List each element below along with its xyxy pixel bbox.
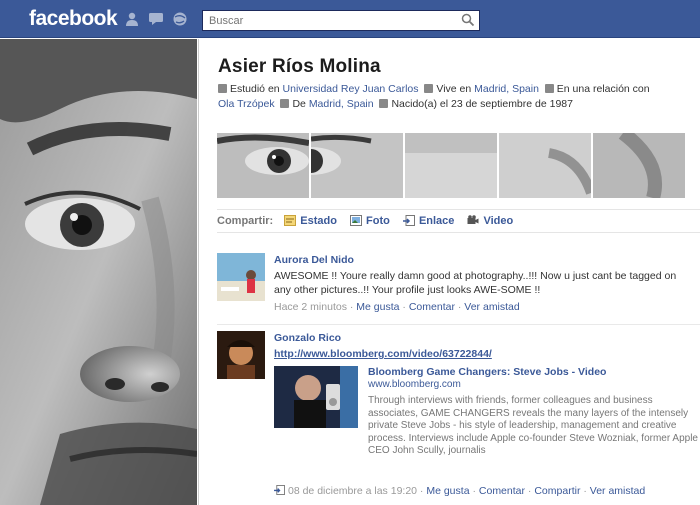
attachment-details: Bloomberg Game Changers: Steve Jobs - Vi… xyxy=(368,366,698,458)
separator: · xyxy=(472,485,476,497)
share-bar: Compartir: Estado Foto Enlace Video xyxy=(217,209,700,233)
home-icon xyxy=(424,84,434,93)
attachment-title[interactable]: Bloomberg Game Changers: Steve Jobs - Vi… xyxy=(368,366,698,379)
link-icon xyxy=(402,215,415,226)
partner-link[interactable]: Ola Trzópek xyxy=(218,98,275,110)
relationship-prefix: En una relación con xyxy=(556,83,650,95)
post-author[interactable]: Aurora Del Nido xyxy=(274,253,694,267)
status-icon xyxy=(284,215,297,226)
heart-icon xyxy=(544,84,554,93)
search-icon[interactable] xyxy=(461,13,475,27)
link-attachment: Bloomberg Game Changers: Steve Jobs - Vi… xyxy=(274,366,698,476)
share-video-button[interactable]: Video xyxy=(467,215,513,227)
share-link-label: Enlace xyxy=(418,215,455,227)
video-icon xyxy=(467,215,479,224)
face-photo xyxy=(0,39,197,505)
strip-photo[interactable] xyxy=(499,133,591,198)
birthday-icon xyxy=(379,99,389,108)
see-friendship-link[interactable]: Ver amistad xyxy=(590,485,645,497)
profile-info: Estudió en Universidad Rey Juan Carlos V… xyxy=(218,82,688,112)
city-link[interactable]: Madrid, Spain xyxy=(474,83,539,95)
separator: · xyxy=(402,301,406,313)
profile-main: Asier Ríos Molina Estudió en Universidad… xyxy=(198,39,700,505)
messages-icon[interactable] xyxy=(148,12,164,26)
post-meta: Hace 2 minutos · Me gusta · Comentar · V… xyxy=(274,300,694,314)
separator: · xyxy=(349,301,354,313)
post-text: AWESOME !! Youre really damn good at pho… xyxy=(274,270,677,296)
share-status-button[interactable]: Estado xyxy=(284,215,337,227)
education-icon xyxy=(218,84,227,93)
search-box xyxy=(202,10,480,31)
separator: · xyxy=(419,485,424,497)
hometown-link[interactable]: Madrid, Spain xyxy=(309,98,374,110)
share-link[interactable]: Compartir xyxy=(534,485,580,497)
strip-photo[interactable] xyxy=(311,133,403,198)
location-icon xyxy=(280,99,290,108)
search-input[interactable] xyxy=(203,11,453,30)
notifications-icon[interactable] xyxy=(172,12,188,26)
like-link[interactable]: Me gusta xyxy=(426,485,469,497)
university-link[interactable]: Universidad Rey Juan Carlos xyxy=(283,83,419,95)
post-body: Gonzalo Rico http://www.bloomberg.com/vi… xyxy=(274,331,698,498)
lives-prefix: Vive en xyxy=(436,83,472,95)
share-video-label: Video xyxy=(483,215,514,227)
attachment-site[interactable]: www.bloomberg.com xyxy=(368,379,698,392)
share-photo-label: Foto xyxy=(366,215,390,227)
wall-post: Aurora Del Nido AWESOME !! Youre really … xyxy=(217,253,700,325)
comment-link[interactable]: Comentar xyxy=(409,301,455,313)
from-prefix: De xyxy=(292,98,306,110)
link-icon xyxy=(274,485,285,495)
separator: · xyxy=(527,485,532,497)
avatar[interactable] xyxy=(217,331,265,379)
profile-picture[interactable] xyxy=(0,39,197,505)
separator: · xyxy=(583,485,587,497)
post-meta: 08 de diciembre a las 19:20 · Me gusta ·… xyxy=(274,484,694,498)
share-photo-button[interactable]: Foto xyxy=(350,215,390,227)
wall-post: Gonzalo Rico http://www.bloomberg.com/vi… xyxy=(217,331,700,505)
share-link-button[interactable]: Enlace xyxy=(402,215,455,227)
studied-prefix: Estudió en xyxy=(230,83,280,95)
top-bar: facebook xyxy=(0,0,700,38)
post-time: 08 de diciembre a las 19:20 xyxy=(288,485,417,497)
shared-url[interactable]: http://www.bloomberg.com/video/63722844/ xyxy=(274,347,694,361)
attachment-description: Through interviews with friends, former … xyxy=(368,395,698,456)
birthday: Nacido(a) el 23 de septiembre de 1987 xyxy=(391,98,573,110)
share-label: Compartir: xyxy=(217,215,274,227)
post-author[interactable]: Gonzalo Rico xyxy=(274,331,694,345)
profile-name: Asier Ríos Molina xyxy=(218,56,381,77)
avatar[interactable] xyxy=(217,253,265,301)
post-time: Hace 2 minutos xyxy=(274,301,347,313)
strip-photo[interactable] xyxy=(217,133,309,198)
see-friendship-link[interactable]: Ver amistad xyxy=(464,301,519,313)
strip-photo[interactable] xyxy=(593,133,685,198)
photo-icon xyxy=(350,215,363,226)
share-status-label: Estado xyxy=(300,215,337,227)
comment-link[interactable]: Comentar xyxy=(479,485,525,497)
photo-strip xyxy=(217,133,700,198)
separator: · xyxy=(457,301,462,313)
strip-photo[interactable] xyxy=(405,133,497,198)
like-link[interactable]: Me gusta xyxy=(356,301,399,313)
post-body: Aurora Del Nido AWESOME !! Youre really … xyxy=(274,253,694,314)
friend-requests-icon[interactable] xyxy=(124,12,140,26)
facebook-logo[interactable]: facebook xyxy=(29,7,118,31)
attachment-thumbnail[interactable] xyxy=(274,366,358,428)
